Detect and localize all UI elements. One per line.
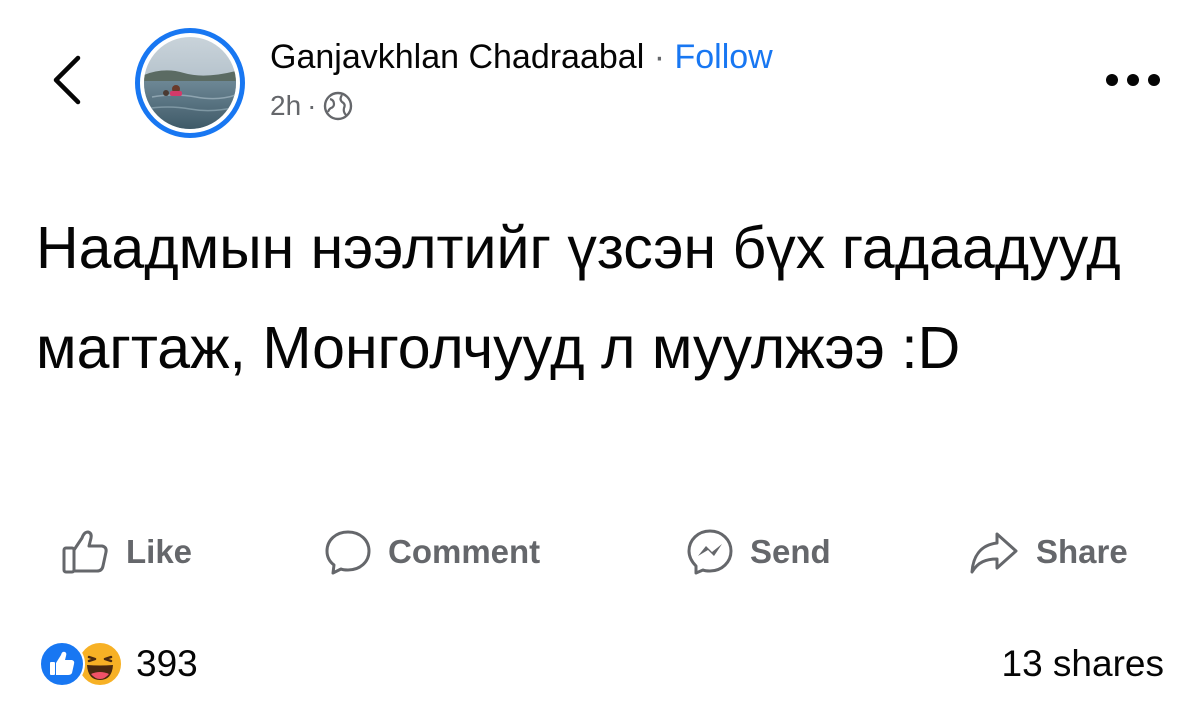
- like-button[interactable]: Like: [60, 520, 192, 584]
- post-time[interactable]: 2h: [270, 88, 301, 124]
- author-line: Ganjavkhlan Chadraabal · Follow: [270, 36, 773, 78]
- chevron-left-icon: [53, 55, 81, 105]
- post-action-bar: Like Comment Send Share: [0, 520, 1200, 584]
- send-label: Send: [750, 533, 831, 570]
- share-label: Share: [1036, 533, 1128, 570]
- post-meta: 2h ·: [270, 88, 354, 124]
- more-options-button[interactable]: [1106, 66, 1168, 94]
- comment-label: Comment: [388, 533, 541, 570]
- messenger-icon: [687, 529, 733, 575]
- avatar[interactable]: [135, 28, 245, 138]
- globe-icon: [324, 91, 353, 121]
- comment-bubble-icon: [325, 530, 371, 575]
- send-button[interactable]: Send: [684, 520, 831, 584]
- like-reaction-icon: [39, 641, 85, 687]
- ellipsis-icon: [1106, 74, 1118, 86]
- author-name[interactable]: Ganjavkhlan Chadraabal: [270, 38, 644, 76]
- meta-separator: ·: [307, 90, 317, 121]
- reactions-summary[interactable]: 393: [38, 640, 198, 688]
- reaction-count: 393: [136, 643, 198, 684]
- shares-count[interactable]: 13 shares: [1002, 640, 1165, 688]
- avatar-photo: [144, 37, 236, 129]
- author-separator: ·: [653, 38, 666, 76]
- ellipsis-icon: [1127, 74, 1139, 86]
- comment-button[interactable]: Comment: [322, 520, 540, 584]
- like-label: Like: [126, 533, 193, 570]
- back-button[interactable]: [44, 52, 92, 108]
- post-text: Наадмын нээлтийг үзсэн бүх гадаадууд маг…: [36, 215, 1121, 381]
- follow-button[interactable]: Follow: [674, 38, 772, 76]
- thumbs-up-icon: [62, 530, 108, 574]
- share-arrow-icon: [970, 532, 1018, 574]
- share-button[interactable]: Share: [966, 520, 1128, 584]
- ellipsis-icon: [1148, 74, 1160, 86]
